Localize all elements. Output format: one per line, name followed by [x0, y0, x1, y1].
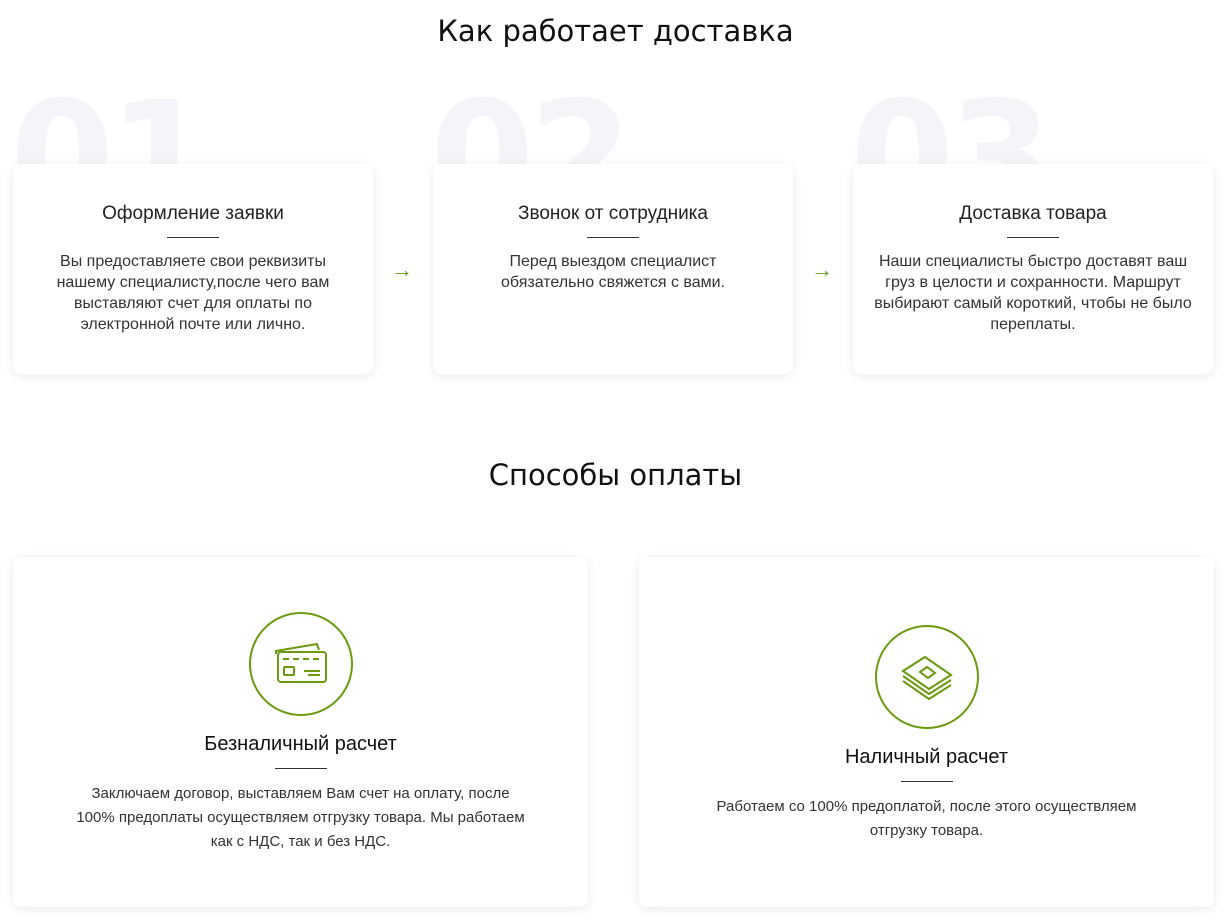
step-text: Наши специалисты быстро доставят ваш гру…	[874, 253, 1192, 333]
divider	[274, 768, 327, 769]
payment-text: Работаем со 100% предоплатой, после этог…	[716, 798, 1137, 839]
step-text: Вы предоставляете свои реквизиты нашему …	[56, 253, 330, 333]
arrow-right-icon: →	[811, 257, 833, 282]
step-card: Оформление заявки Вы предоставляете свои…	[13, 164, 373, 374]
step-text: Перед выездом специалист обязательно свя…	[501, 253, 725, 291]
payment-text: Заключаем договор, выставляем Вам счет н…	[76, 785, 525, 850]
divider	[1007, 237, 1059, 238]
payment-card-cashless: Безналичный расчет Заключаем договор, вы…	[13, 557, 588, 907]
arrow-right-icon: →	[391, 257, 413, 282]
divider	[587, 237, 639, 238]
step-title: Оформление заявки	[102, 203, 284, 224]
payment-heading: Способы оплаты	[488, 458, 743, 492]
divider	[900, 781, 953, 782]
step-title: Звонок от сотрудника	[518, 203, 708, 224]
step-card: Доставка товара Наши специалисты быстро …	[853, 164, 1213, 374]
divider	[167, 237, 219, 238]
credit-cards-icon	[248, 612, 353, 716]
delivery-heading: Как работает доставка	[437, 14, 794, 48]
payment-title: Наличный расчет	[844, 746, 1009, 768]
cash-stack-icon	[874, 625, 979, 729]
payment-card-cash: Наличный расчет Работаем со 100% предопл…	[639, 557, 1214, 907]
step-card: Звонок от сотрудника Перед выездом специ…	[433, 164, 793, 374]
payment-title: Безналичный расчет	[204, 733, 397, 755]
step-title: Доставка товара	[959, 203, 1107, 224]
